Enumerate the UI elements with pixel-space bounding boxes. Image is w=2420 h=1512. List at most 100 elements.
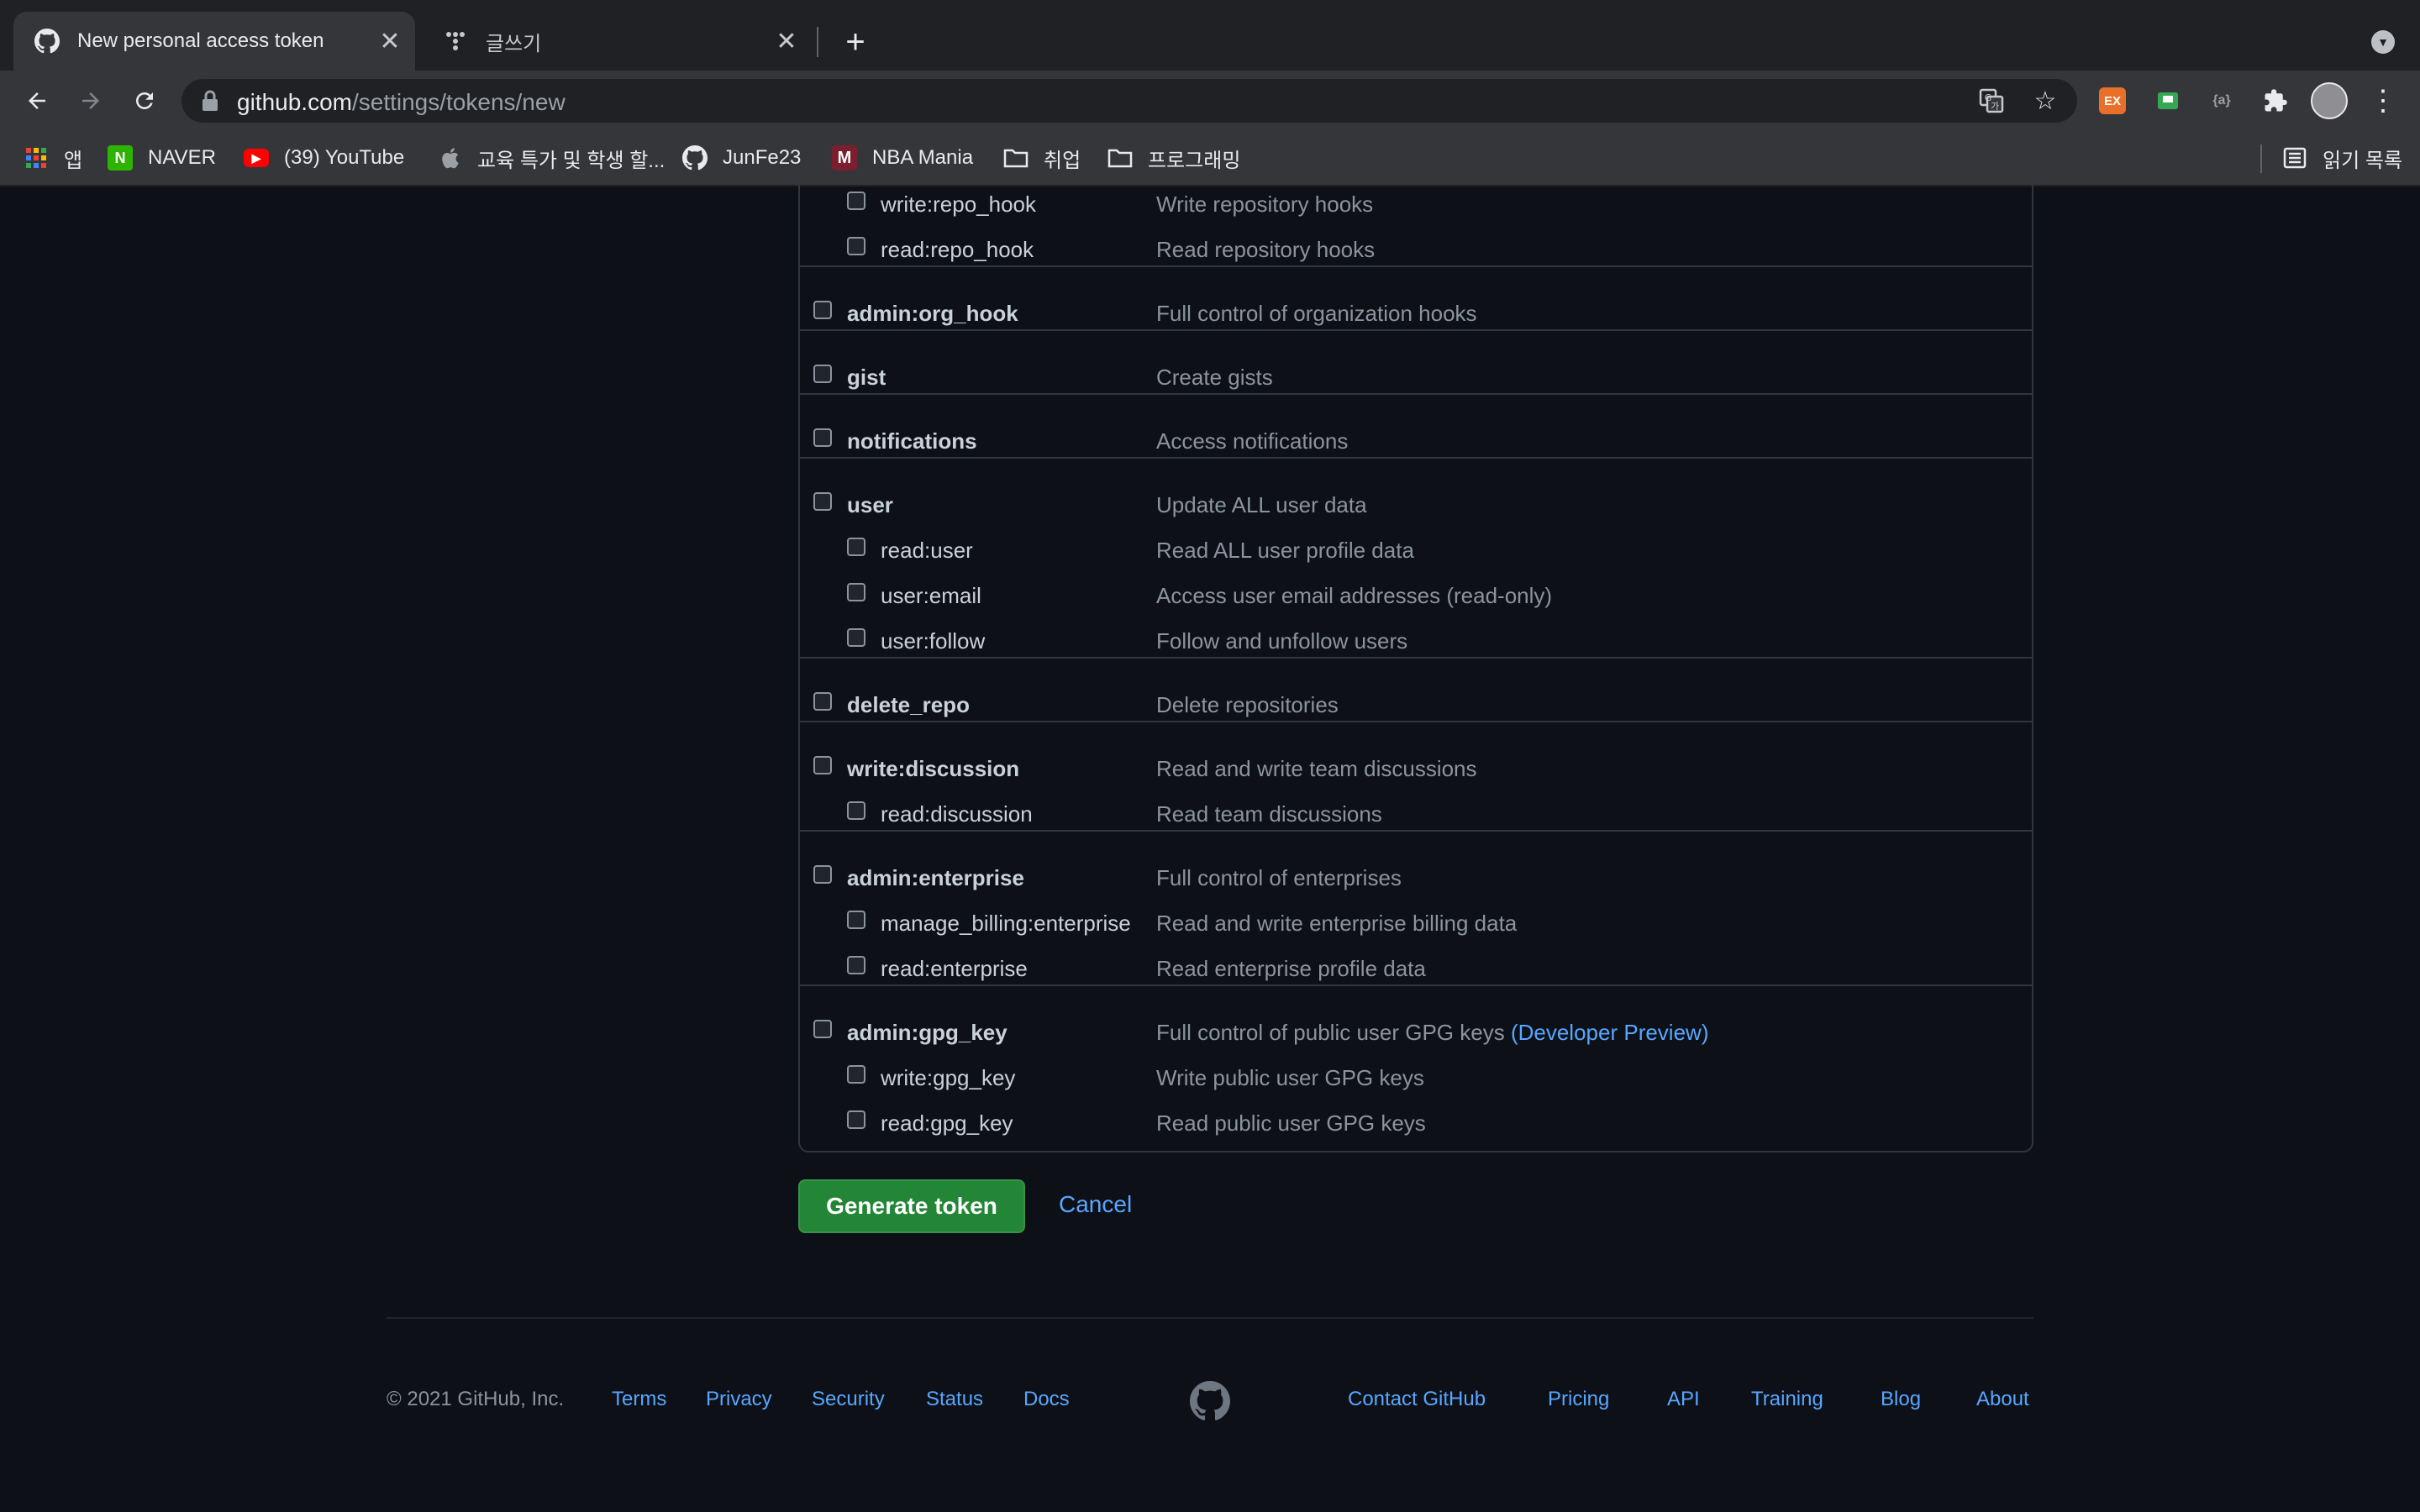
scope-name[interactable]: delete_repo [847,692,970,718]
scope-name[interactable]: read:repo_hook [881,237,1034,263]
footer-link-privacy[interactable]: Privacy [706,1388,772,1411]
scope-name[interactable]: manage_billing:enterprise [881,911,1131,937]
scope-name[interactable]: read:gpg_key [881,1110,1013,1137]
close-tab-icon[interactable]: ✕ [375,26,405,56]
url-domain: github.com [237,89,352,115]
bookmark-naver[interactable]: N NAVER [108,143,216,173]
star-bookmark-icon[interactable]: ☆ [2030,86,2060,116]
kebab-menu-icon[interactable]: ⋮ [2365,82,2402,119]
scope-row: read:repo_hook Read repository hooks [800,234,2032,267]
translate-icon[interactable]: 가G [1976,86,2007,116]
scope-group-divider [800,329,2032,331]
scope-checkbox[interactable] [847,628,865,647]
generate-token-button[interactable]: Generate token [798,1179,1025,1233]
footer-link-status[interactable]: Status [926,1388,983,1411]
footer-link-security[interactable]: Security [812,1388,885,1411]
forward-arrow-icon[interactable] [72,82,109,119]
nba-mania-icon: M [832,145,857,171]
scope-checkbox[interactable] [813,1020,832,1038]
scope-name[interactable]: user:follow [881,628,985,654]
back-arrow-icon[interactable] [18,82,55,119]
scope-name[interactable]: gist [847,365,886,391]
scope-name[interactable]: read:discussion [881,801,1033,827]
cancel-link[interactable]: Cancel [1059,1191,1132,1218]
tab-writing[interactable]: 글쓰기 ✕ [422,12,812,71]
scope-checkbox[interactable] [847,801,865,820]
scope-checkbox[interactable] [813,301,832,319]
scope-checkbox[interactable] [813,492,832,511]
scope-checkbox[interactable] [813,865,832,884]
close-tab-icon[interactable]: ✕ [771,26,802,56]
scope-checkbox[interactable] [847,538,865,556]
footer-link-blog[interactable]: Blog [1881,1388,1921,1411]
scope-description: Read ALL user profile data [1156,538,1414,564]
scope-checkbox[interactable] [847,192,865,210]
scope-name[interactable]: read:user [881,538,973,564]
reading-list[interactable]: 읽기 목록 [2282,143,2402,173]
new-tab-plus-icon[interactable]: + [837,24,874,60]
scope-checkbox[interactable] [813,756,832,774]
scope-name[interactable]: write:repo_hook [881,192,1036,218]
tab-title: 글쓰기 [486,32,542,55]
scope-description: Delete repositories [1156,692,1339,718]
bookmark-folder-jobs[interactable]: 취업 [1003,143,1081,173]
footer-link-docs[interactable]: Docs [1023,1388,1070,1411]
scope-name[interactable]: read:enterprise [881,956,1028,982]
scope-name[interactable]: write:gpg_key [881,1065,1015,1091]
scope-description-text: Full control of organization hooks [1156,301,1477,326]
lock-icon[interactable] [202,90,218,112]
scope-name[interactable]: admin:gpg_key [847,1020,1007,1046]
scope-checkbox[interactable] [847,583,865,601]
footer-link-api[interactable]: API [1667,1388,1700,1411]
bookmark-label: NAVER [148,146,216,169]
reload-icon[interactable] [126,82,163,119]
bookmark-github-junfe23[interactable]: JunFe23 [682,143,801,173]
tab-new-personal-access-token[interactable]: New personal access token ✕ [13,12,415,71]
scope-description: Write repository hooks [1156,192,1373,218]
scope-description: Read team discussions [1156,801,1382,827]
developer-preview-link[interactable]: (Developer Preview) [1511,1020,1709,1045]
footer-link-contact-github[interactable]: Contact GitHub [1348,1388,1486,1411]
scope-checkbox[interactable] [813,365,832,383]
scope-description-text: Full control of public user GPG keys [1156,1020,1505,1045]
footer-link-training[interactable]: Training [1751,1388,1823,1411]
scope-checkbox[interactable] [847,956,865,974]
scope-name[interactable]: admin:org_hook [847,301,1018,327]
scope-checkbox[interactable] [813,428,832,447]
scope-checkbox[interactable] [847,237,865,255]
extension-green-icon[interactable] [2154,87,2181,114]
bookmark-label: 앱 [64,149,83,172]
bookmark-folder-programming[interactable]: 프로그래밍 [1107,143,1240,173]
scope-row: write:gpg_key Write public user GPG keys [800,1062,2032,1095]
scope-name[interactable]: user [847,492,893,518]
scope-name[interactable]: user:email [881,583,981,609]
bookmark-youtube[interactable]: ▶ (39) YouTube [244,143,404,173]
extension-brackets-icon[interactable]: {a} [2208,87,2235,114]
scope-description-text: Read team discussions [1156,801,1382,827]
address-bar[interactable]: github.com/settings/tokens/new 가G ☆ [182,79,2077,123]
bookmark-apps[interactable]: 앱 [24,143,82,173]
scope-checkbox[interactable] [847,911,865,929]
tab-search-button[interactable]: ▼ [2365,24,2402,60]
scope-name[interactable]: write:discussion [847,756,1019,782]
footer-link-terms[interactable]: Terms [612,1388,666,1411]
github-logo-icon[interactable] [1190,1381,1230,1421]
bookmark-label: 취업 [1044,149,1081,172]
footer-link-about[interactable]: About [1976,1388,2029,1411]
browser-toolbar: github.com/settings/tokens/new 가G ☆ EX {… [0,71,2420,131]
scope-checkbox[interactable] [813,692,832,711]
scope-description-text: Read enterprise profile data [1156,956,1426,981]
scope-checkbox[interactable] [847,1065,865,1084]
avatar[interactable] [2311,82,2348,119]
bookmark-nba-mania[interactable]: M NBA Mania [832,143,973,173]
scope-description: Read and write team discussions [1156,756,1477,782]
bookmark-apple-education[interactable]: 교육 특가 및 학생 할... [437,143,665,173]
extensions-puzzle-icon[interactable] [2262,87,2289,114]
footer-link-pricing[interactable]: Pricing [1548,1388,1609,1411]
scope-name[interactable]: notifications [847,428,977,454]
extension-ex-icon[interactable]: EX [2099,87,2126,114]
scope-name[interactable]: admin:enterprise [847,865,1024,891]
scope-checkbox[interactable] [847,1110,865,1129]
github-icon [682,145,708,171]
scope-description: Update ALL user data [1156,492,1367,518]
